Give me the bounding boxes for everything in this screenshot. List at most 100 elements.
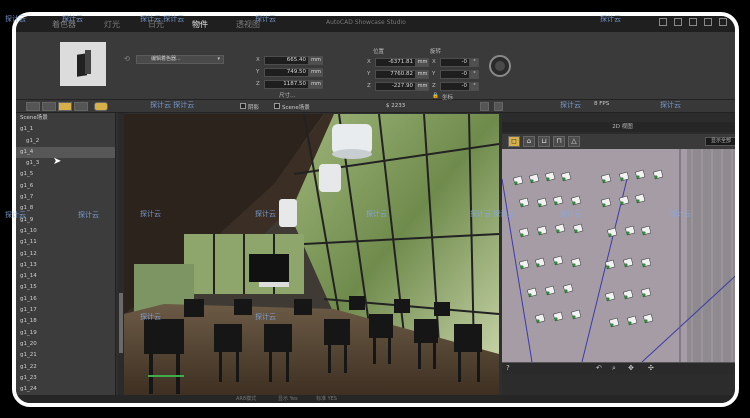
rotation-z-field[interactable]: -0 <box>440 82 470 91</box>
undo-icon[interactable]: ↶ <box>596 364 602 372</box>
help-icon[interactable]: ? <box>506 364 510 372</box>
cart-icon[interactable]: ⊓ <box>553 136 565 147</box>
scene-item[interactable]: g1_12 <box>16 249 115 260</box>
settings-icon[interactable] <box>704 18 712 26</box>
scene-item[interactable]: g1_8 <box>16 203 115 214</box>
tab-sunlight[interactable]: 日光 <box>134 19 178 30</box>
chair-seat-marker <box>572 315 576 319</box>
rotation-label: 旋转 <box>430 49 442 55</box>
rotation-y-field[interactable]: -0 <box>440 70 470 79</box>
scene-item[interactable]: g1_18 <box>16 316 115 327</box>
2d-floorplan[interactable] <box>502 149 735 362</box>
scene-item[interactable]: g1_24 <box>16 384 115 395</box>
scene-item[interactable]: g1_4 <box>16 146 115 159</box>
collapse-button[interactable] <box>26 102 40 111</box>
3d-viewport[interactable] <box>124 114 499 403</box>
chair-seat-marker <box>636 199 640 203</box>
scene-item[interactable]: g1_7 <box>16 192 115 203</box>
window-controls <box>659 18 727 26</box>
scene-item[interactable]: g1_11 <box>16 237 115 248</box>
size-label[interactable]: 尺寸... <box>279 91 295 99</box>
scene-item[interactable]: g1_14 <box>16 271 115 282</box>
home-icon[interactable]: ⌂ <box>523 136 535 147</box>
detail-view-button[interactable] <box>58 102 72 111</box>
scene-item[interactable]: g1_13 <box>16 260 115 271</box>
tab-perspective[interactable]: 透视图 <box>222 19 274 30</box>
chair-seat-marker <box>514 181 518 185</box>
position-x-field[interactable]: -6371.81 <box>375 58 416 67</box>
size-z-field[interactable]: 1187.50 <box>264 80 309 89</box>
show-all-button[interactable]: 显示全部 <box>705 137 735 146</box>
rot-y-label: Y <box>432 71 436 77</box>
scene-tree: Scene场景 g1_1 g1_2 g1_4 g1_3 g1_5 g1_6 g1_7 g1_8… <box>16 113 116 403</box>
position-z-field[interactable]: -227.90 <box>375 82 416 91</box>
tab-objects[interactable]: 物件 <box>178 19 222 30</box>
camera-icon[interactable] <box>689 18 697 26</box>
scene-item[interactable]: g1_17 <box>16 305 115 316</box>
app-window: 着色器 灯光 日光 物件 透视图 AutoCAD Showcase Studio… <box>12 12 739 407</box>
pos-z-label: Z <box>367 83 371 89</box>
size-y-field[interactable]: 749.50 <box>264 68 309 77</box>
scene-item[interactable]: g1_3 <box>16 158 115 169</box>
bag-icon[interactable]: △ <box>568 136 580 147</box>
rotation-x-unit: ° <box>470 58 479 67</box>
rot-z-label: Z <box>432 83 436 89</box>
frame-icon[interactable] <box>480 102 489 111</box>
tab-lights[interactable]: 灯光 <box>90 19 134 30</box>
zoom-icon[interactable]: ⌕ <box>612 364 616 373</box>
shadow-checkbox[interactable] <box>240 103 246 109</box>
tab-shader[interactable]: 着色器 <box>38 19 90 30</box>
room-render <box>124 114 499 403</box>
object-count: $ 2233 <box>386 103 406 109</box>
scene-item[interactable]: g1_23 <box>16 373 115 384</box>
scrollbar-thumb[interactable] <box>119 293 123 353</box>
scene-item[interactable]: g1_19 <box>16 328 115 339</box>
restore-icon[interactable] <box>674 18 682 26</box>
chair-seat-marker <box>606 265 610 269</box>
chair-seat-marker <box>556 229 560 233</box>
position-y-field[interactable]: 7760.82 <box>375 70 416 79</box>
scene-item[interactable]: g1_21 <box>16 350 115 361</box>
scene-item[interactable]: g1_1 <box>16 124 115 135</box>
basket-icon[interactable]: ⊔ <box>538 136 550 147</box>
material-select[interactable]: 编辑着色器... ▾ <box>136 55 224 64</box>
chair-seat-marker <box>546 177 550 181</box>
scene-item[interactable]: g1_16 <box>16 294 115 305</box>
pan-icon[interactable]: ✥ <box>628 364 634 372</box>
scene-item[interactable]: g1_22 <box>16 362 115 373</box>
select-icon[interactable]: ◻ <box>508 136 520 147</box>
size-x-field[interactable]: 665.40 <box>264 56 309 65</box>
grid-icon[interactable] <box>494 102 503 111</box>
scene-toggle-label: Scene场景 <box>282 105 310 111</box>
close-icon[interactable] <box>719 18 727 26</box>
mouse-cursor-icon: ➤ <box>53 156 62 167</box>
chair-seat-marker <box>608 233 612 237</box>
scene-checkbox[interactable] <box>274 103 280 109</box>
position-label: 位置 <box>373 49 385 55</box>
scene-item[interactable]: g1_20 <box>16 339 115 350</box>
size-x-label: X <box>256 57 260 63</box>
scene-item[interactable]: g1_9 <box>16 215 115 226</box>
chair-seat-marker <box>554 261 558 265</box>
scene-item[interactable]: g1_6 <box>16 181 115 192</box>
scene-root[interactable]: Scene场景 <box>16 113 115 124</box>
list-view-button[interactable] <box>42 102 56 111</box>
chair-seat-marker <box>572 263 576 267</box>
chair-seat-marker <box>624 295 628 299</box>
tab-bar: 着色器 灯光 日光 物件 透视图 AutoCAD Showcase Studio <box>16 16 735 32</box>
link-icon[interactable]: ⟲ <box>124 55 132 63</box>
minimize-icon[interactable] <box>659 18 667 26</box>
scene-item[interactable]: g1_10 <box>16 226 115 237</box>
scene-item[interactable]: g1_5 <box>16 169 115 180</box>
scene-item[interactable]: g1_2 <box>16 136 115 147</box>
rotation-z-unit: ° <box>470 82 479 91</box>
rotation-x-field[interactable]: -0 <box>440 58 470 67</box>
view-toolbar: 阴影 Scene场景 $ 2233 <box>16 100 735 113</box>
eye-icon[interactable] <box>94 102 108 111</box>
pointer-button[interactable] <box>74 102 88 111</box>
orbit-icon[interactable]: ✣ <box>648 364 654 372</box>
lock-icon[interactable]: 🔒 <box>432 93 439 99</box>
fps-display[interactable]: 8 FPS <box>594 101 609 107</box>
rotation-dial[interactable] <box>489 55 511 77</box>
scene-item[interactable]: g1_15 <box>16 282 115 293</box>
